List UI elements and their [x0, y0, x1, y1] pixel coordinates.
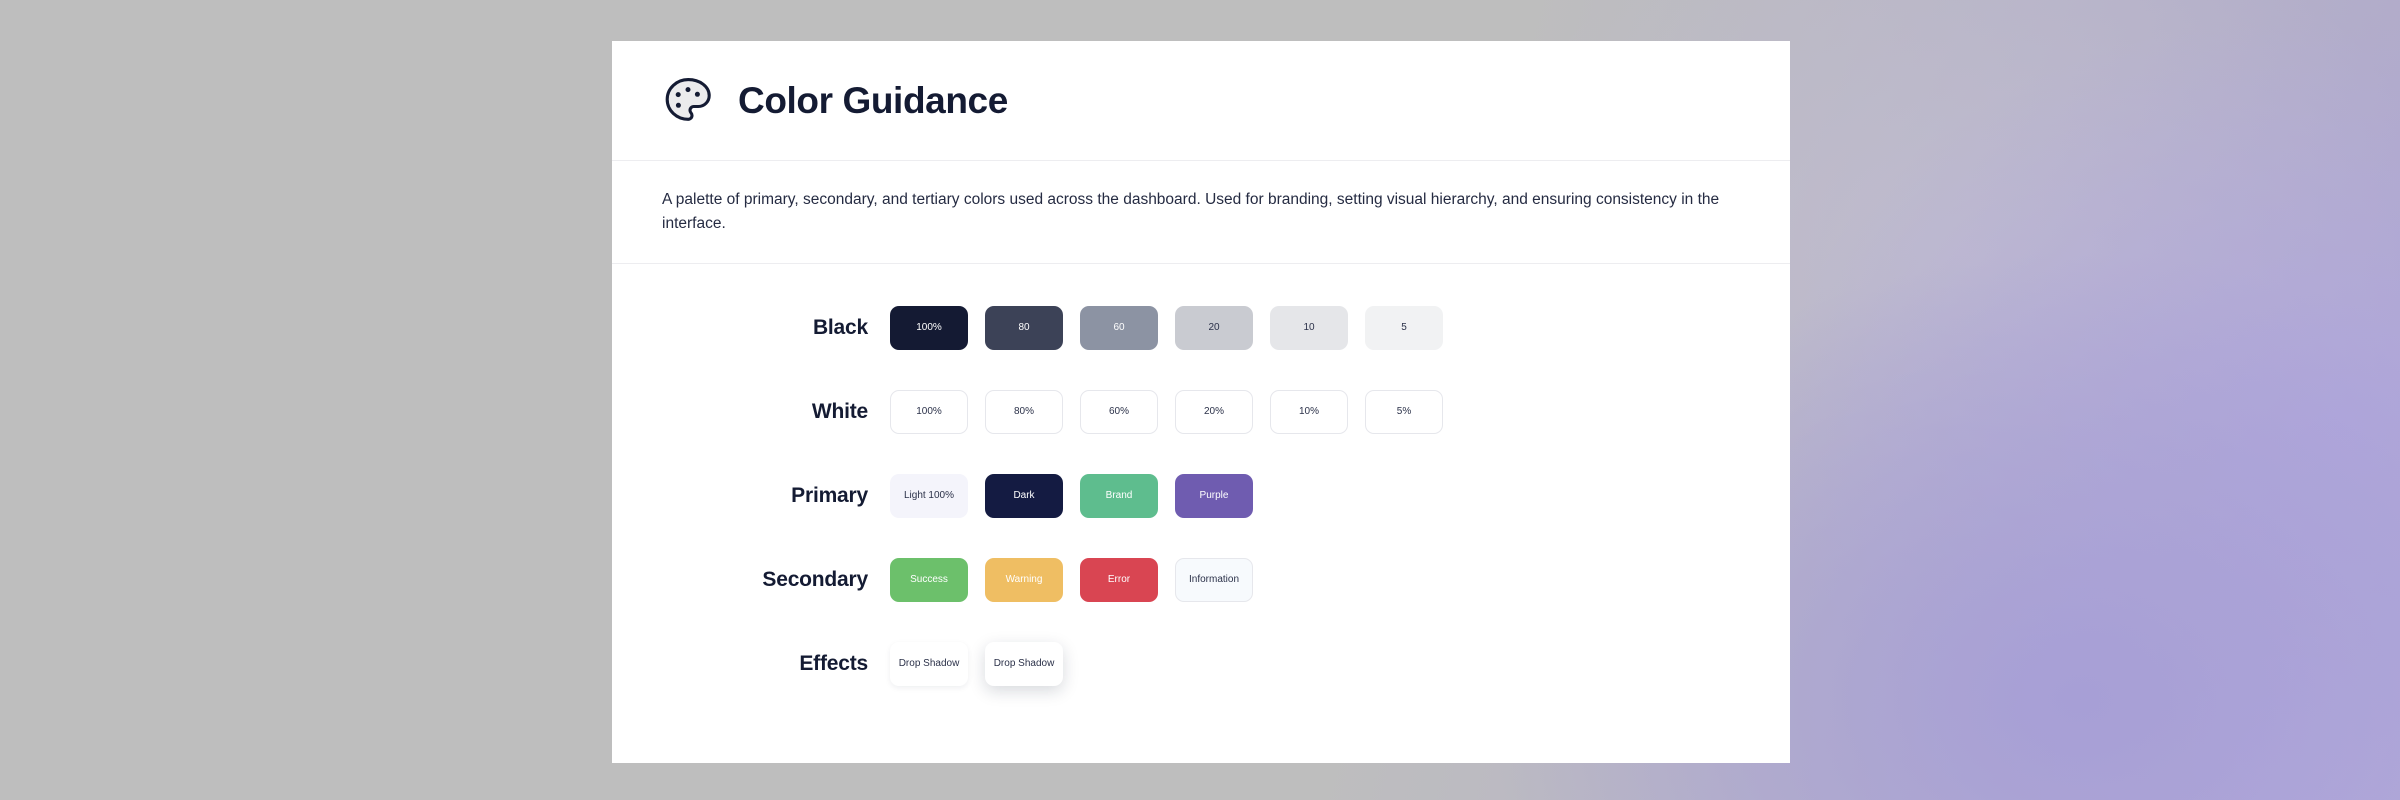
color-swatch[interactable]: Information — [1175, 557, 1253, 602]
color-swatch[interactable]: Dark — [985, 473, 1063, 518]
swatch-group: Success Warning Error Information — [890, 557, 1253, 602]
color-swatch[interactable]: 20% — [1175, 389, 1253, 434]
palette-row: Primary Light 100% Dark Brand Purple — [612, 454, 1790, 538]
color-swatch[interactable]: Purple — [1175, 473, 1253, 518]
swatch-group: Light 100% Dark Brand Purple — [890, 473, 1253, 518]
color-swatch[interactable]: 5 — [1365, 305, 1443, 350]
palette-row-label: Effects — [799, 651, 868, 675]
color-swatch[interactable]: Warning — [985, 557, 1063, 602]
color-swatch[interactable]: 100% — [890, 389, 968, 434]
color-swatch[interactable]: 80% — [985, 389, 1063, 434]
palette-row-label: Primary — [791, 483, 868, 507]
palette-row: Black 100% 80 60 20 10 5 — [612, 286, 1790, 370]
color-swatch[interactable]: Light 100% — [890, 473, 968, 518]
color-swatch[interactable]: 100% — [890, 305, 968, 350]
color-swatch[interactable]: 60% — [1080, 389, 1158, 434]
swatch-group: 100% 80% 60% 20% 10% 5% — [890, 389, 1443, 434]
color-swatch[interactable]: 80 — [985, 305, 1063, 350]
color-swatch[interactable]: Error — [1080, 557, 1158, 602]
palette-row: Secondary Success Warning Error Information — [612, 538, 1790, 622]
color-swatch[interactable]: Drop Shadow — [890, 641, 968, 686]
palette-row: White 100% 80% 60% 20% 10% 5% — [612, 370, 1790, 454]
card-description: A palette of primary, secondary, and ter… — [662, 191, 1720, 233]
palette-row-label: White — [811, 399, 868, 423]
page-title: Color Guidance — [738, 80, 1008, 121]
card-description-section: A palette of primary, secondary, and ter… — [612, 161, 1790, 264]
color-swatch[interactable]: 10% — [1270, 389, 1348, 434]
card-header: Color Guidance — [612, 41, 1790, 161]
palette-row-label: Secondary — [762, 567, 868, 591]
palette-row: Effects Drop Shadow Drop Shadow — [612, 622, 1790, 706]
color-swatch[interactable]: 10 — [1270, 305, 1348, 350]
color-swatch[interactable]: Success — [890, 557, 968, 602]
color-guidance-card: Color Guidance A palette of primary, sec… — [612, 41, 1790, 763]
palette-icon — [665, 77, 711, 121]
color-swatch[interactable]: Brand — [1080, 473, 1158, 518]
swatch-group: 100% 80 60 20 10 5 — [890, 305, 1443, 350]
palette-rows: Black 100% 80 60 20 10 5 White 100% 80% 60% 20% 10% 5… — [612, 264, 1790, 706]
color-swatch[interactable]: 60 — [1080, 305, 1158, 350]
color-swatch[interactable]: Drop Shadow — [985, 641, 1063, 686]
swatch-group: Drop Shadow Drop Shadow — [890, 641, 1063, 686]
palette-row-label: Black — [812, 315, 868, 339]
color-swatch[interactable]: 20 — [1175, 305, 1253, 350]
color-swatch[interactable]: 5% — [1365, 389, 1443, 434]
